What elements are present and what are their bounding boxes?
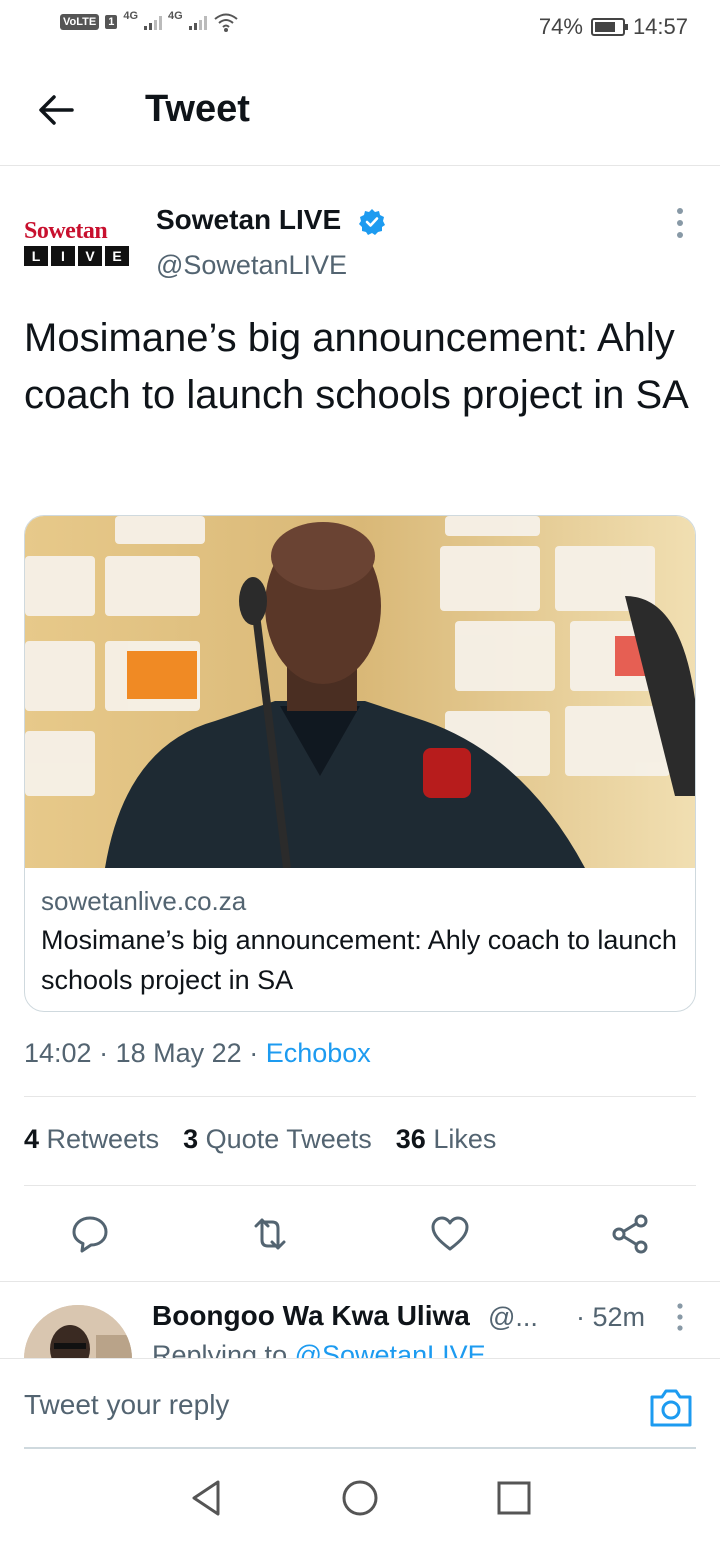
replying-to-handle[interactable]: @SowetanLIVE [295, 1340, 486, 1358]
tweet-text: Mosimane’s big announcement: Ahly coach … [24, 316, 689, 417]
likes-stat[interactable]: 36 Likes [396, 1124, 497, 1155]
status-bar-left: VoLTE 1 4G 4G [60, 10, 239, 32]
retweets-stat[interactable]: 4 Retweets [24, 1124, 159, 1155]
battery-icon [590, 18, 628, 36]
arrow-left-icon[interactable] [32, 90, 80, 130]
replying-to-label: Replying to [152, 1340, 288, 1358]
nav-recents-icon[interactable] [494, 1478, 534, 1518]
reply-input[interactable] [24, 1389, 624, 1421]
logo-letter: I [51, 246, 75, 266]
camera-icon[interactable] [648, 1387, 694, 1429]
meta-separator: · [99, 1038, 116, 1068]
signal-icon [144, 14, 163, 30]
logo-letter: V [78, 246, 102, 266]
logo-live: L I V E [24, 246, 132, 266]
reply-icon[interactable] [68, 1212, 112, 1256]
logo-wordmark: Sowetan [24, 218, 108, 244]
status-bar: VoLTE 1 4G 4G 74% 14:57 [0, 0, 720, 56]
tweet-meta: 14:02 · 18 May 22 · Echobox [24, 1038, 371, 1069]
likes-count: 36 [395, 1124, 426, 1154]
tweet-date: 18 May 22 [115, 1038, 242, 1068]
logo-letter: E [105, 246, 129, 266]
author-avatar[interactable]: Sowetan L I V E [24, 218, 132, 270]
card-image [25, 516, 695, 868]
sim-badge: 1 [105, 15, 118, 29]
quotes-stat[interactable]: 3 Quote Tweets [183, 1124, 372, 1155]
clock: 14:57 [632, 14, 688, 39]
like-heart-icon[interactable] [428, 1212, 472, 1256]
network-type-1: 4G [123, 10, 139, 22]
tweet-stats: 4 Retweets 3 Quote Tweets 36 Likes [24, 1124, 496, 1155]
reply-timestamp: · 52m [576, 1302, 646, 1332]
likes-label: Likes [433, 1124, 497, 1154]
replying-to: Replying to @SowetanLIVE [152, 1340, 486, 1358]
retweets-count: 4 [24, 1124, 40, 1154]
divider [24, 1096, 696, 1097]
tweet-source-link[interactable]: Echobox [266, 1038, 371, 1068]
divider [24, 1185, 696, 1186]
reply-more-icon[interactable] [668, 1302, 692, 1332]
wifi-icon [214, 13, 238, 32]
page-title: Tweet [145, 88, 250, 130]
signal-icon-2 [188, 14, 207, 30]
logo-letter: L [24, 246, 48, 266]
reply-author-name[interactable]: Boongoo Wa Kwa Uliwa [152, 1300, 470, 1332]
reply-author-handle[interactable]: @... [488, 1302, 538, 1333]
app-header: Tweet [0, 60, 720, 166]
quotes-label: Quote Tweets [205, 1124, 372, 1154]
system-nav-bar [0, 1452, 720, 1541]
retweets-label: Retweets [46, 1124, 160, 1154]
tweet-time: 14:02 [24, 1038, 92, 1068]
nav-back-icon[interactable] [186, 1478, 226, 1518]
share-icon[interactable] [608, 1212, 652, 1256]
meta-separator: · [249, 1038, 266, 1068]
author-handle[interactable]: @SowetanLIVE [156, 250, 347, 281]
reply-compose-bar [0, 1358, 720, 1450]
divider [0, 1281, 720, 1282]
card-title: Mosimane’s big announcement: Ahly coach … [41, 925, 677, 995]
link-card[interactable]: sowetanlive.co.za Mosimane’s big announc… [24, 515, 696, 1012]
more-vertical-icon[interactable] [668, 206, 692, 240]
network-type-2: 4G [168, 10, 183, 22]
card-domain: sowetanlive.co.za [41, 886, 247, 916]
verified-badge-icon [359, 209, 385, 235]
battery-percent: 74% [538, 14, 583, 39]
author-name[interactable]: Sowetan LIVE [156, 204, 341, 236]
status-bar-right: 74% 14:57 [539, 14, 688, 40]
action-bar [0, 1200, 720, 1270]
volte-badge: VoLTE [60, 14, 100, 30]
quotes-count: 3 [183, 1124, 199, 1154]
nav-home-icon[interactable] [340, 1478, 380, 1518]
compose-underline [24, 1447, 696, 1449]
retweet-icon[interactable] [248, 1212, 292, 1256]
